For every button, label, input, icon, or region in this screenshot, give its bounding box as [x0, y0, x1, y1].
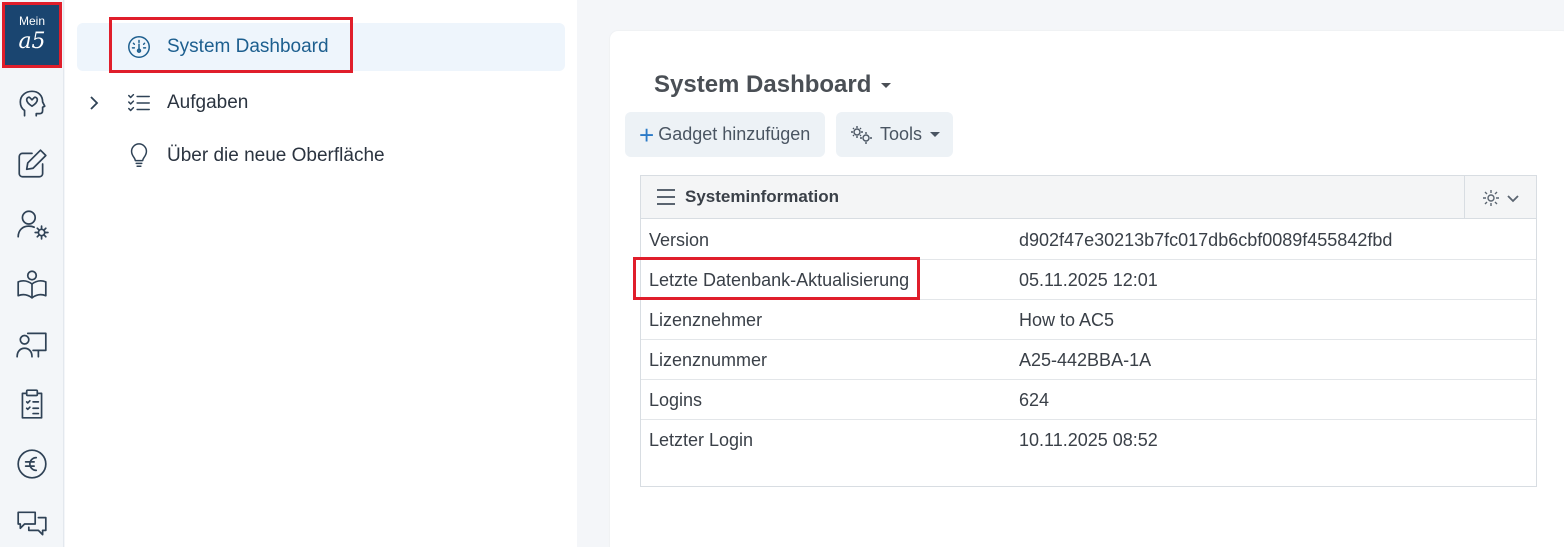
- edit-icon[interactable]: [13, 145, 51, 183]
- row-value: 624: [1019, 390, 1050, 410]
- logo-line1: Mein: [18, 14, 45, 28]
- systeminformation-gadget: Systeminformation Version d902f47e30213b…: [640, 175, 1537, 487]
- add-gadget-button[interactable]: + Gadget hinzufügen: [625, 112, 825, 157]
- highlight-box-db-update: [633, 257, 920, 300]
- gadget-title: Systeminformation: [685, 187, 839, 206]
- user-settings-icon[interactable]: [13, 205, 51, 243]
- chevron-right-icon[interactable]: [85, 94, 103, 112]
- row-key: Version: [649, 230, 710, 250]
- row-key: Letzter Login: [649, 430, 754, 450]
- chat-icon[interactable]: [13, 505, 51, 543]
- icon-rail: Mein a5: [0, 0, 64, 547]
- checklist-icon: [125, 89, 153, 117]
- row-key: Lizenznehmer: [649, 310, 763, 330]
- gadget-header: Systeminformation: [641, 176, 1536, 219]
- highlight-box-dashboard: [109, 17, 353, 73]
- gear-icon: [1482, 189, 1499, 206]
- row-value: A25-442BBA-1A: [1019, 350, 1152, 370]
- tools-button[interactable]: Tools: [836, 112, 953, 157]
- sidebar: System Dashboard Aufgaben Über die neue …: [65, 0, 577, 547]
- hamburger-icon[interactable]: [657, 189, 675, 205]
- plus-icon: +: [639, 119, 655, 150]
- chevron-down-icon: [1506, 194, 1519, 202]
- sidebar-item-aufgaben[interactable]: Aufgaben: [77, 79, 565, 127]
- sidebar-item-ueber-oberflaeche[interactable]: Über die neue Oberfläche: [77, 132, 565, 180]
- row-value: d902f47e30213b7fc017db6cbf0089f455842fbd: [1019, 230, 1393, 250]
- lightbulb-icon: [125, 142, 153, 170]
- table-row: Logins 624: [641, 380, 1536, 420]
- gadget-settings-button[interactable]: [1464, 176, 1536, 219]
- caret-down-icon: [930, 132, 941, 137]
- page-title: System Dashboard: [654, 71, 872, 98]
- table-row: Letzter Login 10.11.2025 08:52: [641, 420, 1536, 460]
- row-value: How to AC5: [1019, 310, 1115, 330]
- row-value: 05.11.2025 12:01: [1019, 270, 1158, 290]
- sidebar-item-label: Über die neue Oberfläche: [167, 145, 385, 166]
- clipboard-list-icon[interactable]: [13, 385, 51, 423]
- euro-icon[interactable]: [13, 445, 51, 483]
- table-row: Lizenznummer A25-442BBA-1A: [641, 340, 1536, 380]
- presentation-user-icon[interactable]: [13, 325, 51, 363]
- book-user-icon[interactable]: [13, 265, 51, 303]
- dashboard-title-dropdown[interactable]: System Dashboard: [654, 71, 892, 99]
- row-key: Lizenznummer: [649, 350, 768, 370]
- tools-label: Tools: [880, 124, 923, 144]
- mein-ac5-logo[interactable]: Mein a5: [2, 2, 62, 68]
- gears-icon: [851, 125, 872, 144]
- row-key: Logins: [649, 390, 703, 410]
- add-gadget-label: Gadget hinzufügen: [658, 124, 811, 144]
- table-row: Version d902f47e30213b7fc017db6cbf0089f4…: [641, 220, 1536, 260]
- sidebar-item-label: Aufgaben: [167, 92, 249, 113]
- row-value: 10.11.2025 08:52: [1019, 430, 1158, 450]
- logo-line2: a5: [18, 29, 46, 54]
- caret-down-icon: [881, 82, 892, 88]
- head-heart-icon[interactable]: [13, 84, 51, 122]
- table-row: Lizenznehmer How to AC5: [641, 300, 1536, 340]
